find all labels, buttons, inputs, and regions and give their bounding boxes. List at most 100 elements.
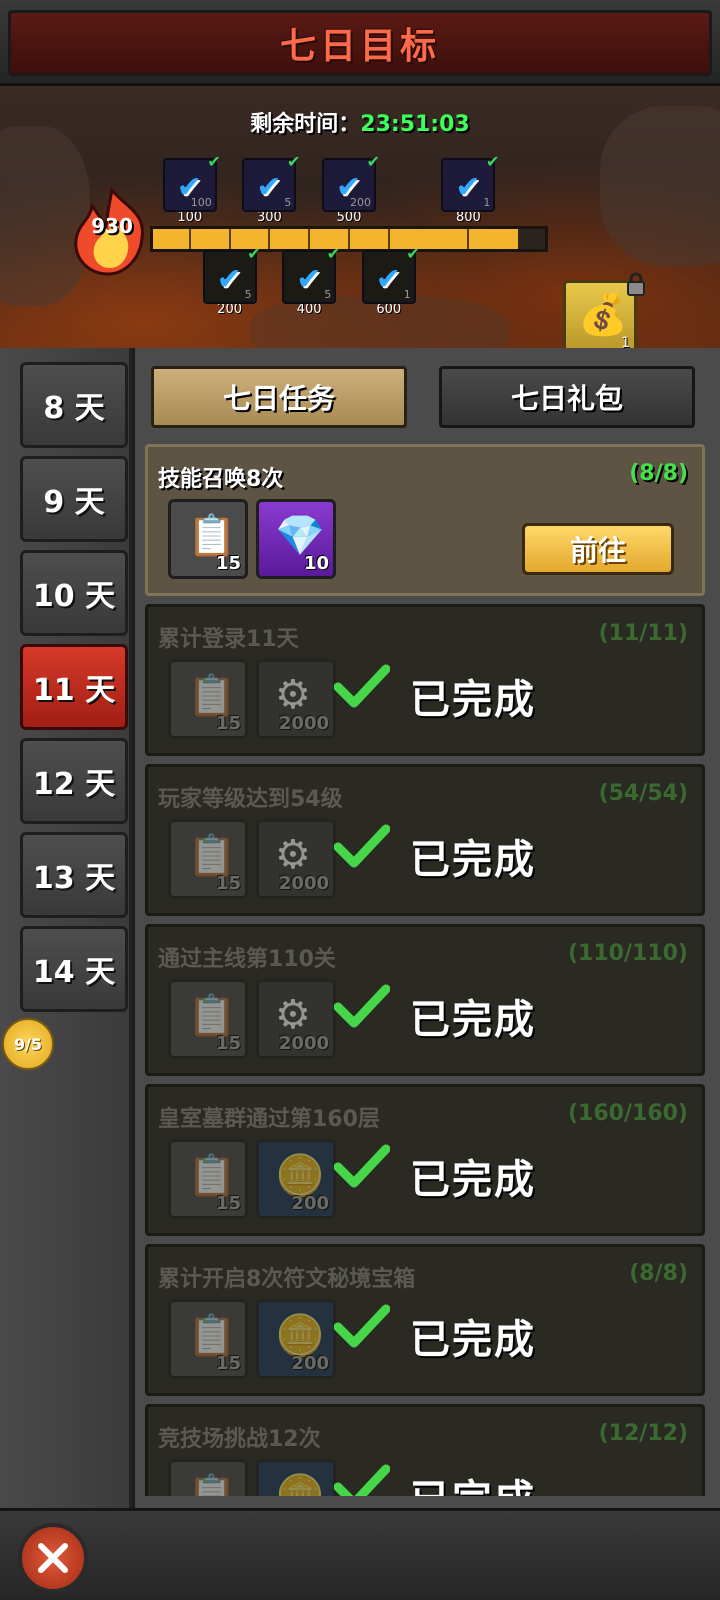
reward-item[interactable]: 📋15: [168, 659, 248, 739]
progress-tick: [268, 229, 271, 249]
scroll-icon: 📋: [187, 513, 237, 559]
claimed-tick-icon: ✔: [207, 152, 221, 171]
completed-label: 已完成: [410, 1157, 536, 1203]
progress-tick: [228, 229, 231, 249]
tab-seven-day-tasks[interactable]: 七日任务: [151, 366, 407, 428]
done-check-icon: [334, 664, 390, 708]
check-icon: ✔: [455, 170, 481, 205]
completed-label: 已完成: [410, 677, 536, 723]
reward-item[interactable]: 📋15: [168, 1459, 248, 1496]
day-tab-label: 10 天: [32, 579, 116, 614]
day-tab[interactable]: 14 天: [20, 926, 128, 1012]
day-tab[interactable]: 12 天: [20, 738, 128, 824]
milestone-reward[interactable]: ✔ ✔ 100 100: [162, 152, 221, 225]
tab-seven-day-gift[interactable]: 七日礼包: [439, 366, 695, 428]
reward-item[interactable]: ⚙ 2000: [256, 819, 336, 899]
day-tab[interactable]: 9 天: [20, 456, 128, 542]
milestone-reward[interactable]: ✔ ✔ 200 500: [322, 152, 380, 225]
reward-qty: 2000: [278, 1033, 329, 1054]
done-check-icon: [334, 1464, 390, 1496]
go-button[interactable]: 前往: [522, 523, 674, 575]
task-progress: (12/12): [598, 1421, 688, 1446]
reward-item[interactable]: 📋15: [168, 979, 248, 1059]
milestone-points: 500: [336, 210, 362, 225]
reward-item[interactable]: 📋15: [168, 1139, 248, 1219]
progress-tick: [308, 229, 311, 249]
progress-tick: [387, 229, 390, 249]
reward-item[interactable]: 🪙200: [256, 1299, 336, 1379]
task-title: 技能召唤8次: [158, 467, 284, 492]
close-button[interactable]: [18, 1523, 88, 1593]
milestone-qty: 200: [350, 196, 371, 209]
milestone-icon-box: ✔ ✔ 100: [162, 152, 221, 212]
coin-grey-icon: ⚙: [275, 832, 311, 878]
progress-tick: [467, 229, 470, 249]
milestone-points: 300: [256, 210, 282, 225]
scroll-icon: 📋: [187, 993, 237, 1039]
coin-grey-icon: ⚙: [275, 992, 311, 1038]
day-tab[interactable]: 8 天: [20, 362, 128, 448]
milestone-icon-box: ✔ ✔ 5: [202, 244, 261, 304]
day-tab[interactable]: 11 天: [20, 644, 128, 730]
day-tab[interactable]: 13 天: [20, 832, 128, 918]
reward-item[interactable]: 🪙200: [256, 1139, 336, 1219]
claimed-tick-icon: ✔: [247, 244, 261, 263]
milestone-reward[interactable]: ✔ ✔ 5 200: [202, 244, 261, 317]
reward-item[interactable]: ⚙ 2000: [256, 659, 336, 739]
check-icon: ✔: [375, 262, 401, 297]
gem-icon: 💎: [275, 513, 325, 559]
task-progress: (110/110): [568, 941, 688, 966]
milestone-icon-box: ✔ ✔ 1: [441, 152, 499, 212]
reward-qty: 15: [215, 553, 241, 574]
task-card: 竞技场挑战12次 (12/12) 📋15🪙200 已完成: [145, 1404, 705, 1496]
milestone-qty: 1: [403, 288, 411, 301]
reward-item[interactable]: 📋15: [168, 499, 248, 579]
scroll-icon: 📋: [187, 833, 237, 879]
points-progress-bar: [150, 226, 548, 252]
milestone-qty: 5: [244, 288, 252, 301]
completed-label: 已完成: [410, 1317, 536, 1363]
milestone-points: 200: [217, 302, 242, 317]
day-tab-label: 12 天: [32, 767, 116, 802]
reward-qty: 15: [215, 1353, 241, 1374]
milestone-reward[interactable]: ✔ ✔ 5 400: [282, 244, 340, 317]
task-card: 累计开启8次符文秘境宝箱 (8/8) 📋 15 🪙 200 已完成: [145, 1244, 705, 1396]
reward-item[interactable]: ⚙ 2000: [256, 979, 336, 1059]
reward-item[interactable]: 📋15: [168, 1299, 248, 1379]
scroll-icon: 📋: [187, 673, 237, 719]
bottom-bar: [0, 1508, 720, 1600]
milestone-qty: 5: [284, 196, 292, 209]
milestone-points: 800: [455, 210, 481, 225]
task-progress: (54/54): [598, 781, 688, 806]
day-tab-label: 11 天: [32, 673, 116, 708]
milestone-reward[interactable]: ✔ ✔ 1 600: [361, 244, 420, 317]
counter-badge[interactable]: 9/5: [2, 1018, 54, 1070]
crossed-swords-icon: [38, 1543, 68, 1573]
progress-tick: [188, 229, 191, 249]
task-card: 皇室墓群通过第160层 (160/160) 📋 15 🪙 200 已完成: [145, 1084, 705, 1236]
milestone-reward[interactable]: ✔ ✔ 5 300: [242, 152, 300, 225]
scroll-icon: 📋: [187, 1153, 237, 1199]
day-tab-label: 14 天: [32, 955, 116, 990]
points-flame-icon: 930: [66, 186, 158, 278]
task-card: 技能召唤8次 (8/8) 📋 15 💎 10 前往: [145, 444, 705, 596]
countdown: 剩余时间：23:51:03: [0, 106, 720, 138]
day-tab[interactable]: 10 天: [20, 550, 128, 636]
day-tab-label: 9 天: [43, 485, 105, 520]
page-title: 七日目标: [279, 26, 440, 67]
milestone-points: 400: [296, 302, 322, 317]
coin-gold-icon: 🪙: [275, 1153, 325, 1199]
done-check-icon: [334, 1144, 390, 1188]
claimed-tick-icon: ✔: [286, 152, 301, 171]
scroll-icon: 📋: [187, 1313, 237, 1359]
reward-item[interactable]: 💎 10: [256, 499, 336, 579]
coin-gold-icon: 🪙: [275, 1313, 325, 1359]
reward-item[interactable]: 📋15: [168, 819, 248, 899]
milestone-reward[interactable]: ✔ ✔ 1 800: [441, 152, 499, 225]
title-bar: 七日目标: [0, 0, 720, 86]
task-list[interactable]: 技能召唤8次 (8/8) 📋 15 💎 10 前往 累计登录11天 (11/11) 📋 15 ⚙ 200…: [145, 444, 705, 1496]
check-icon: ✔: [296, 262, 322, 297]
day-tab-label: 13 天: [32, 861, 116, 896]
reward-item[interactable]: 🪙200: [256, 1459, 336, 1496]
reward-qty: 15: [215, 873, 241, 894]
